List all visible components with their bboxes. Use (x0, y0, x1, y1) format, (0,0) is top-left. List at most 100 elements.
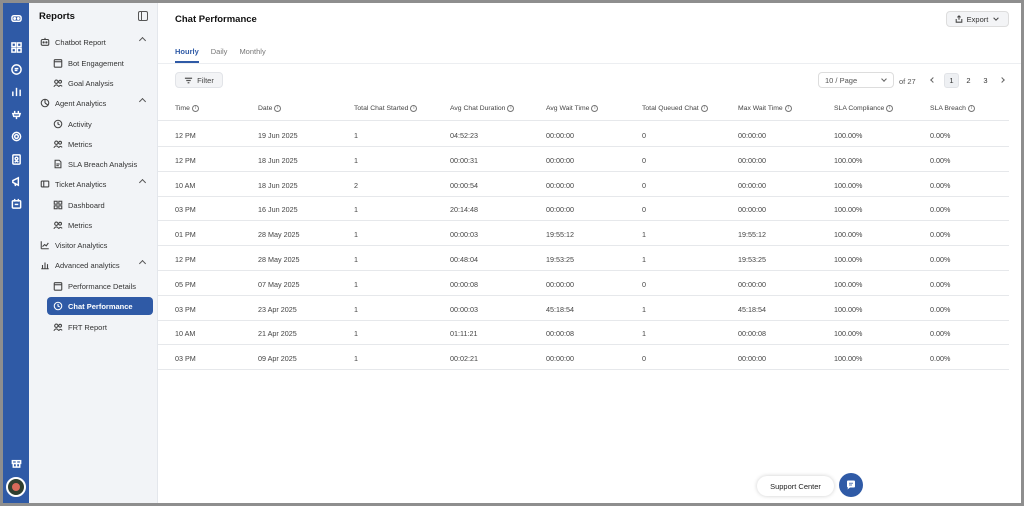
column-header[interactable]: Date i (258, 105, 282, 112)
page-2-button[interactable]: 2 (961, 73, 976, 88)
settings-icon[interactable] (9, 129, 23, 143)
cell-total-chat-started: 2 (354, 180, 358, 190)
sidebar-item-visitor-analytics[interactable]: Visitor Analytics (39, 236, 153, 254)
sidebar-item-agent-analytics[interactable]: Agent Analytics (39, 94, 153, 112)
filter-button[interactable]: Filter (175, 72, 223, 88)
cell-avg-chat-duration: 00:48:04 (450, 255, 478, 264)
info-icon[interactable]: i (886, 105, 894, 112)
cell-avg-wait-time: 00:00:00 (546, 279, 574, 289)
info-icon[interactable]: i (591, 105, 599, 112)
chevron-up-icon[interactable] (138, 36, 147, 45)
table-row[interactable]: 10 AM 21 Apr 2025 1 01:11:21 00:00:08 1 00:00:… (158, 320, 1009, 346)
page-title: Chat Performance (175, 14, 257, 25)
table-row[interactable]: 03 PM 09 Apr 2025 1 00:02:21 00:00:00 0 00:00:… (158, 345, 1009, 371)
chevron-down-icon (881, 76, 887, 82)
cell-date: 18 Jun 2025 (258, 155, 298, 165)
sidebar-title: Reports (39, 11, 75, 22)
tab-daily[interactable]: Daily (211, 47, 228, 63)
cell-max-wait-time: 00:00:00 (738, 180, 766, 190)
cell-sla-breach: 0.00% (930, 354, 951, 364)
sidebar-item-ticket-analytics[interactable]: Ticket Analytics (39, 175, 153, 193)
column-header[interactable]: Avg Chat Duration i (450, 105, 515, 112)
column-label: Total Chat Started (354, 105, 409, 112)
sidebar-item-frt-report[interactable]: FRT Report (47, 318, 153, 336)
cell-date: 28 May 2025 (258, 230, 300, 240)
chevron-up-icon[interactable] (138, 259, 147, 268)
info-icon[interactable]: i (784, 105, 792, 112)
support-center-label[interactable]: Support Center (757, 476, 834, 496)
sidebar-item-bot-engagement[interactable]: Bot Engagement (47, 54, 153, 72)
sidebar-item-label: FRT Report (68, 322, 107, 332)
contacts-icon[interactable] (9, 152, 23, 166)
cell-avg-wait-time: 00:00:00 (546, 131, 574, 140)
table-row[interactable]: 12 PM 18 Jun 2025 1 00:00:31 00:00:00 0 00:00:… (158, 147, 1009, 172)
sidebar-item-chat-performance[interactable]: Chat Performance (47, 297, 153, 315)
table-row[interactable]: 12 PM 19 Jun 2025 1 04:52:23 00:00:00 0 00:00:… (158, 122, 1009, 147)
tickets-icon[interactable] (9, 196, 23, 210)
chat-icon[interactable] (9, 62, 23, 76)
info-icon[interactable]: i (700, 105, 708, 112)
cell-total-queued-chat: 0 (642, 354, 646, 364)
cell-time: 03 PM (175, 205, 196, 215)
column-header[interactable]: Total Chat Started i (354, 105, 418, 112)
dashboard-icon[interactable] (9, 40, 23, 54)
chevron-up-icon[interactable] (138, 178, 147, 187)
page-1-button[interactable]: 1 (944, 73, 959, 88)
sidebar-item-label: Ticket Analytics (55, 179, 107, 189)
info-icon[interactable]: i (191, 105, 199, 112)
cell-sla-compliance: 100.00% (834, 255, 863, 264)
cell-avg-chat-duration: 00:02:21 (450, 354, 478, 364)
column-label: Date (258, 105, 273, 112)
table-row[interactable]: 12 PM 28 May 2025 1 00:48:04 19:53:25 1 19:53:… (158, 246, 1009, 271)
cell-sla-compliance: 100.00% (834, 329, 863, 339)
sidebar-item-advanced-analytics[interactable]: Advanced analytics (39, 256, 153, 274)
table-row[interactable]: 01 PM 28 May 2025 1 00:00:03 19:55:12 1 19:55:… (158, 221, 1009, 247)
chevron-up-icon[interactable] (138, 97, 147, 106)
table-row[interactable]: 03 PM 16 Jun 2025 1 20:14:48 00:00:00 0 00:00:… (158, 196, 1009, 222)
users-icon (52, 78, 63, 89)
column-label: Max Wait Time (738, 105, 783, 112)
info-icon[interactable]: i (274, 105, 282, 112)
info-icon[interactable]: i (507, 105, 515, 112)
table-row[interactable]: 03 PM 23 Apr 2025 1 00:00:03 45:18:54 1 45:18:… (158, 296, 1009, 321)
logo-icon[interactable] (9, 11, 23, 25)
export-button[interactable]: Export (946, 11, 1009, 27)
tab-hourly[interactable]: Hourly (175, 47, 199, 63)
column-header[interactable]: SLA Compliance i (834, 105, 894, 112)
next-page-icon[interactable] (999, 77, 1005, 83)
avatar[interactable] (6, 477, 26, 497)
table-row[interactable]: 05 PM 07 May 2025 1 00:00:08 00:00:00 0 00:00:… (158, 271, 1009, 296)
integrations-icon[interactable] (9, 107, 23, 121)
sidebar-item-performance-details[interactable]: Performance Details (47, 277, 153, 295)
table-row[interactable]: 10 AM 18 Jun 2025 2 00:00:54 00:00:00 0 00:00:… (158, 172, 1009, 197)
campaign-icon[interactable] (9, 174, 23, 188)
table-header: Time i Date i Total Chat Started i Avg Chat… (158, 101, 1009, 121)
info-icon[interactable]: i (967, 105, 975, 112)
tab-monthly[interactable]: Monthly (239, 47, 265, 63)
sidebar-item-label: Metrics (68, 139, 93, 149)
sidebar-item-metrics[interactable]: Metrics (47, 135, 153, 153)
sidebar-item-sla-breach-analysis[interactable]: SLA Breach Analysis (47, 155, 153, 173)
calendar-icon (52, 58, 63, 69)
sidebar-item-chatbot-report[interactable]: Chatbot Report (39, 33, 153, 51)
sidebar-item-goal-analysis[interactable]: Goal Analysis (47, 74, 153, 92)
sidebar-item-dashboard[interactable]: Dashboard (47, 196, 153, 214)
column-header[interactable]: Time i (175, 105, 199, 112)
column-header[interactable]: Max Wait Time i (738, 105, 792, 112)
page-3-button[interactable]: 3 (978, 73, 993, 88)
page-size-select[interactable]: 10 / Page (818, 72, 894, 88)
cell-time: 05 PM (175, 279, 196, 289)
column-header[interactable]: Avg Wait Time i (546, 105, 599, 112)
cell-avg-wait-time: 00:00:00 (546, 354, 574, 364)
column-header[interactable]: Total Queued Chat i (642, 105, 708, 112)
column-header[interactable]: SLA Breach i (930, 105, 975, 112)
reports-icon[interactable] (9, 84, 23, 98)
sidebar-item-activity[interactable]: Activity (47, 115, 153, 133)
chat-widget-button[interactable] (839, 473, 863, 497)
column-label: Avg Wait Time (546, 105, 590, 112)
info-icon[interactable]: i (410, 105, 418, 112)
prev-page-icon[interactable] (930, 77, 936, 83)
sidebar-item-ticket-metrics[interactable]: Metrics (47, 216, 153, 234)
collapse-sidebar-icon[interactable] (138, 11, 148, 21)
gift-icon[interactable] (9, 455, 23, 469)
